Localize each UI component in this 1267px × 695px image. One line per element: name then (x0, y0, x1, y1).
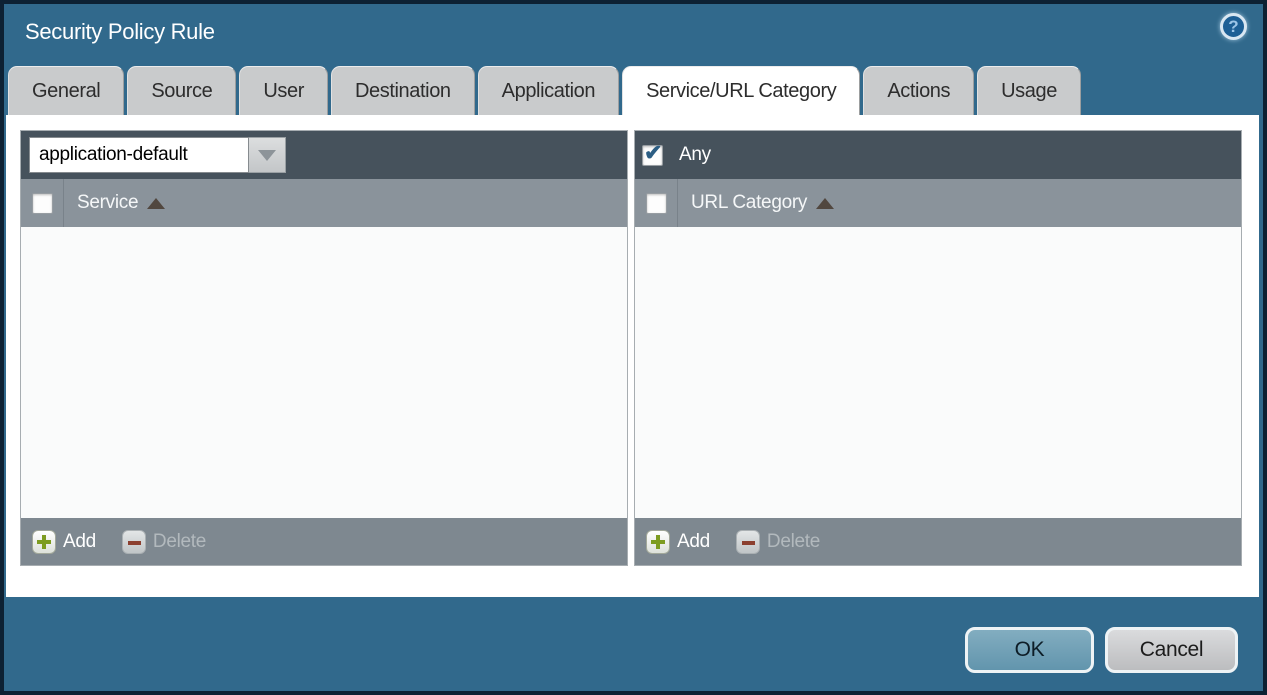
service-panel: application-default Service (20, 130, 628, 566)
url-category-table-header: URL Category (635, 179, 1241, 227)
add-button-label: Add (677, 531, 710, 553)
tab-content-area: application-default Service (6, 115, 1259, 597)
url-category-delete-button[interactable]: Delete (736, 530, 820, 554)
dialog-title: Security Policy Rule (25, 19, 215, 45)
service-select-all-checkbox[interactable] (32, 193, 53, 214)
tab-usage[interactable]: Usage (977, 66, 1081, 115)
add-plus-icon (646, 530, 670, 554)
url-category-header-label-cell: URL Category (678, 179, 834, 227)
security-policy-rule-dialog: Security Policy Rule ? GeneralSourceUser… (0, 0, 1267, 695)
chevron-down-icon (258, 150, 276, 161)
tab-user[interactable]: User (239, 66, 328, 115)
service-panel-footer: Add Delete (21, 518, 627, 565)
service-table-body[interactable] (21, 227, 627, 518)
delete-minus-icon (122, 530, 146, 554)
url-category-table-body[interactable] (635, 227, 1241, 518)
service-type-dropdown-button[interactable] (249, 137, 286, 173)
delete-button-label: Delete (153, 531, 206, 553)
tab-bar: GeneralSourceUserDestinationApplicationS… (8, 66, 1081, 115)
url-category-panel: Any URL Category Add Delete (634, 130, 1242, 566)
add-button-label: Add (63, 531, 96, 553)
tab-actions[interactable]: Actions (863, 66, 974, 115)
service-type-dropdown[interactable]: application-default (29, 137, 286, 173)
service-type-value[interactable]: application-default (29, 137, 249, 173)
url-category-panel-footer: Add Delete (635, 518, 1241, 565)
tab-service-url-category[interactable]: Service/URL Category (622, 66, 860, 115)
url-category-column-header[interactable]: URL Category (691, 192, 807, 214)
tab-general[interactable]: General (8, 66, 124, 115)
delete-minus-icon (736, 530, 760, 554)
sort-ascending-icon[interactable] (816, 198, 834, 209)
url-category-panel-toolbar: Any (635, 131, 1241, 179)
url-category-header-checkbox-cell (635, 179, 678, 227)
help-icon[interactable]: ? (1220, 13, 1247, 40)
service-header-label-cell: Service (64, 179, 165, 227)
service-add-button[interactable]: Add (32, 530, 96, 554)
any-checkbox-label[interactable]: Any (679, 144, 711, 166)
service-panel-toolbar: application-default (21, 131, 627, 179)
tab-destination[interactable]: Destination (331, 66, 475, 115)
url-category-add-button[interactable]: Add (646, 530, 710, 554)
add-plus-icon (32, 530, 56, 554)
service-table-header: Service (21, 179, 627, 227)
service-header-checkbox-cell (21, 179, 64, 227)
sort-ascending-icon[interactable] (147, 198, 165, 209)
delete-button-label: Delete (767, 531, 820, 553)
tab-source[interactable]: Source (127, 66, 236, 115)
service-delete-button[interactable]: Delete (122, 530, 206, 554)
url-category-select-all-checkbox[interactable] (646, 193, 667, 214)
service-column-header[interactable]: Service (77, 192, 138, 214)
cancel-button[interactable]: Cancel (1105, 627, 1238, 673)
any-checkbox[interactable] (642, 145, 663, 166)
tab-application[interactable]: Application (478, 66, 619, 115)
ok-button[interactable]: OK (965, 627, 1094, 673)
